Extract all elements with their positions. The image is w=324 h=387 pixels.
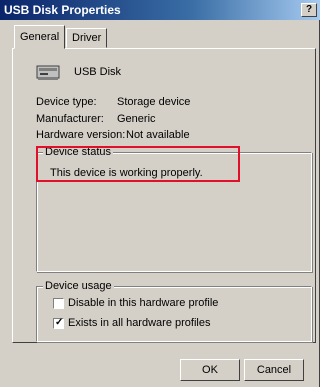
cancel-button[interactable]: Cancel: [244, 359, 304, 381]
prop-label-manufacturer: Manufacturer:: [36, 113, 104, 125]
exists-profiles-checkbox[interactable]: ✓: [53, 317, 64, 329]
ok-button[interactable]: OK: [180, 359, 240, 381]
status-highlight-box: [36, 146, 240, 182]
window-title: USB Disk Properties: [4, 3, 121, 17]
checkmark-icon: ✓: [55, 317, 64, 328]
disable-profile-label[interactable]: Disable in this hardware profile: [68, 297, 218, 309]
exists-profiles-label[interactable]: Exists in all hardware profiles: [68, 317, 210, 329]
tab-general[interactable]: General: [14, 25, 66, 49]
title-bar[interactable]: USB Disk Properties ?: [0, 0, 320, 20]
device-usage-group: Device usage: [36, 280, 312, 342]
device-usage-title: Device usage: [43, 280, 114, 292]
tab-driver-label: Driver: [72, 32, 102, 44]
prop-value-device-type: Storage device: [117, 96, 191, 108]
help-button[interactable]: ?: [301, 3, 317, 17]
properties-dialog: USB Disk Properties ? General Driver USB…: [0, 0, 320, 387]
prop-label-hardware-version: Hardware version:: [36, 129, 126, 141]
disable-profile-checkbox[interactable]: [53, 298, 64, 309]
prop-value-hardware-version: Not available: [126, 129, 190, 141]
prop-value-manufacturer: Generic: [117, 113, 156, 125]
device-name: USB Disk: [74, 66, 122, 78]
prop-label-device-type: Device type:: [36, 96, 97, 108]
usb-drive-icon: [36, 65, 60, 80]
tab-driver[interactable]: Driver: [66, 28, 108, 48]
tab-general-label: General: [20, 31, 60, 43]
